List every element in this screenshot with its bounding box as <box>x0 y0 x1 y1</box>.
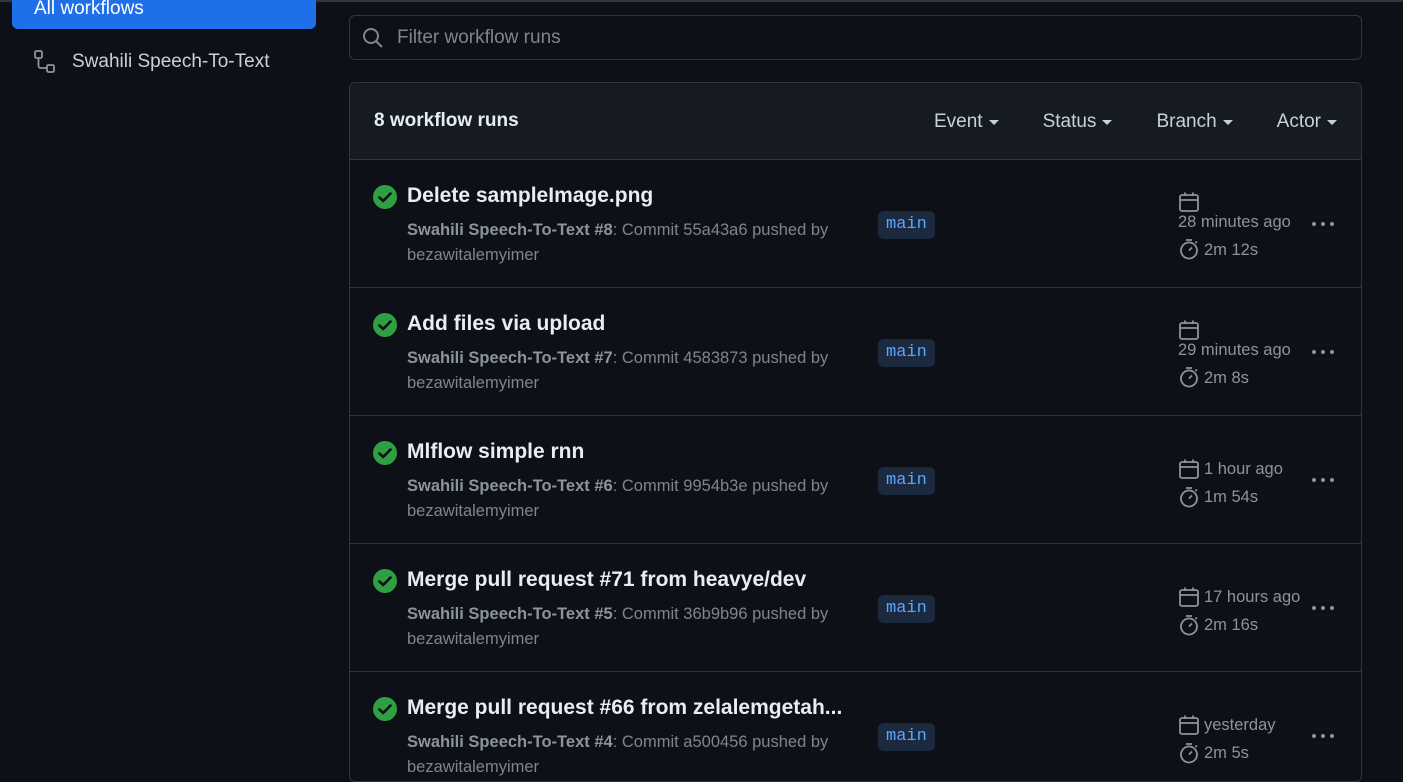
runs-header: 8 workflow runs Event Status Branch Acto… <box>350 83 1361 160</box>
filter-runs-field[interactable] <box>349 15 1362 60</box>
workflow-run-row[interactable]: Add files via upload Swahili Speech-To-T… <box>350 288 1361 416</box>
run-started-time: 1 hour ago <box>1204 460 1283 478</box>
branch-badge[interactable]: main <box>878 595 935 623</box>
run-title-link[interactable]: Delete sampleImage.png <box>407 184 653 208</box>
event-filter-label: Event <box>933 110 983 132</box>
run-title-link[interactable]: Mlflow simple rnn <box>407 440 584 464</box>
more-options-button[interactable] <box>1308 726 1338 746</box>
run-description: Swahili Speech-To-Text #7: Commit 458387… <box>407 346 867 396</box>
run-description: Swahili Speech-To-Text #4: Commit a50045… <box>407 730 867 780</box>
run-workflow-name: Swahili Speech-To-Text <box>407 221 590 239</box>
run-number: #6 <box>594 477 613 495</box>
run-started-time: 28 minutes ago <box>1178 213 1291 231</box>
run-number: #8 <box>594 221 613 239</box>
stopwatch-icon <box>1180 487 1198 508</box>
calendar-icon <box>1179 192 1199 212</box>
status-filter-button[interactable]: Status <box>1043 111 1113 133</box>
sidebar-item-all-workflows[interactable]: All workflows <box>12 0 316 29</box>
workflow-run-row[interactable]: Merge pull request #66 from zelalemgetah… <box>350 672 1361 781</box>
run-workflow-name: Swahili Speech-To-Text <box>407 605 590 623</box>
chevron-down-icon <box>1327 120 1337 125</box>
chevron-down-icon <box>1222 120 1233 125</box>
run-number: #5 <box>594 605 613 623</box>
event-filter-button[interactable]: Event <box>934 111 999 133</box>
success-check-icon <box>373 185 397 209</box>
chevron-down-icon <box>988 120 999 125</box>
run-started-time: yesterday <box>1204 716 1276 734</box>
more-options-button[interactable] <box>1308 598 1338 618</box>
status-filter-label: Status <box>1042 110 1097 132</box>
branch-badge[interactable]: main <box>878 723 935 751</box>
workflow-run-row[interactable]: Merge pull request #71 from heavye/dev S… <box>350 544 1361 672</box>
branch-badge[interactable]: main <box>878 211 935 239</box>
success-check-icon <box>373 441 397 465</box>
run-duration: 1m 54s <box>1204 488 1259 506</box>
actor-filter-label: Actor <box>1276 110 1321 132</box>
run-description: Swahili Speech-To-Text #8: Commit 55a43a… <box>407 218 867 268</box>
runs-filters: Event Status Branch Actor <box>934 83 1337 160</box>
success-check-icon <box>373 569 397 593</box>
run-description: Swahili Speech-To-Text #6: Commit 9954b3… <box>407 474 867 524</box>
workflow-runs-panel: 8 workflow runs Event Status Branch Acto… <box>349 82 1362 782</box>
calendar-icon <box>1179 459 1199 479</box>
run-workflow-name: Swahili Speech-To-Text <box>407 477 590 495</box>
sidebar-item-label: Swahili Speech-To-Text <box>72 51 270 72</box>
workflow-run-row[interactable]: Delete sampleImage.png Swahili Speech-To… <box>350 160 1361 288</box>
run-started-time: 17 hours ago <box>1204 588 1301 606</box>
run-duration: 2m 5s <box>1204 744 1249 762</box>
run-number: #7 <box>594 349 613 367</box>
run-started-time: 29 minutes ago <box>1178 341 1291 359</box>
workflow-run-row[interactable]: Mlflow simple rnn Swahili Speech-To-Text… <box>350 416 1361 544</box>
sidebar-item-swahili-speech-to-text[interactable]: Swahili Speech-To-Text <box>12 44 316 80</box>
calendar-icon <box>1179 715 1199 735</box>
workflow-icon <box>34 50 55 73</box>
branch-badge[interactable]: main <box>878 467 935 495</box>
chevron-down-icon <box>1102 120 1113 125</box>
run-title-link[interactable]: Merge pull request #71 from heavye/dev <box>407 568 806 592</box>
more-options-button[interactable] <box>1308 342 1338 362</box>
stopwatch-icon <box>1180 367 1198 388</box>
run-title-link[interactable]: Merge pull request #66 from zelalemgetah… <box>407 696 842 720</box>
run-duration: 2m 16s <box>1204 616 1259 634</box>
run-workflow-name: Swahili Speech-To-Text <box>407 733 590 751</box>
runs-count: 8 workflow runs <box>374 110 519 131</box>
branch-filter-button[interactable]: Branch <box>1156 110 1233 133</box>
run-workflow-name: Swahili Speech-To-Text <box>407 349 590 367</box>
calendar-icon <box>1179 320 1199 340</box>
run-number: #4 <box>594 733 613 751</box>
more-options-button[interactable] <box>1308 470 1338 490</box>
run-description: Swahili Speech-To-Text #5: Commit 36b9b9… <box>407 602 867 652</box>
run-title-link[interactable]: Add files via upload <box>407 312 605 336</box>
stopwatch-icon <box>1180 615 1198 636</box>
actor-filter-button[interactable]: Actor <box>1277 111 1337 133</box>
stopwatch-icon <box>1180 239 1198 260</box>
run-duration: 2m 12s <box>1204 241 1259 259</box>
sidebar: All workflows Swahili Speech-To-Text <box>0 0 330 765</box>
filter-runs-input[interactable] <box>397 26 1361 49</box>
stopwatch-icon <box>1180 743 1198 764</box>
calendar-icon <box>1179 587 1199 607</box>
branch-filter-label: Branch <box>1156 110 1217 132</box>
more-options-button[interactable] <box>1308 214 1338 234</box>
success-check-icon <box>373 697 397 721</box>
branch-badge[interactable]: main <box>878 339 935 367</box>
success-check-icon <box>373 313 397 337</box>
run-duration: 2m 8s <box>1204 369 1249 387</box>
search-icon <box>363 27 383 48</box>
